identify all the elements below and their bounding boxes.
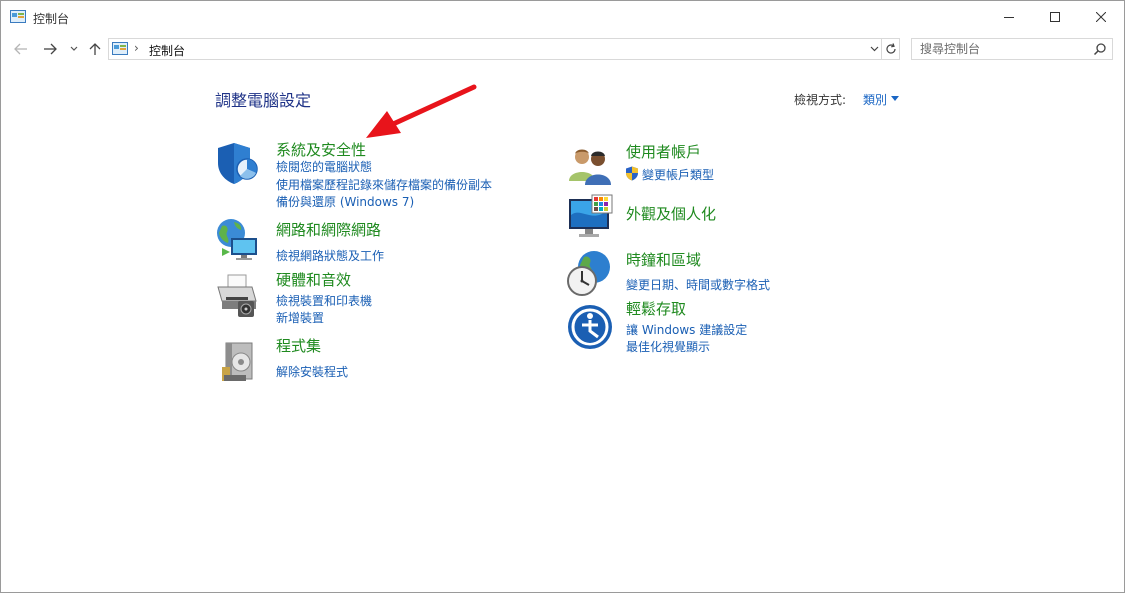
link-change-date-time-format[interactable]: 變更日期、時間或數字格式 — [626, 276, 770, 293]
search-icon[interactable] — [1093, 42, 1107, 56]
arrow-right-icon — [44, 43, 57, 55]
address-dropdown-button[interactable] — [867, 39, 882, 59]
window-title: 控制台 — [33, 12, 70, 26]
link-file-history[interactable]: 使用檔案歷程記錄來儲存檔案的備份副本 — [276, 176, 492, 193]
arrow-left-icon — [14, 43, 27, 55]
close-button[interactable] — [1078, 1, 1124, 32]
view-by-dropdown[interactable]: 類別 — [863, 91, 887, 108]
recent-locations-button[interactable] — [67, 38, 81, 60]
view-by-label: 檢視方式: — [794, 93, 847, 107]
forward-button[interactable] — [39, 38, 61, 60]
category-programs[interactable]: 程式集 — [276, 335, 321, 356]
refresh-icon — [885, 43, 896, 54]
category-clock-region[interactable]: 時鐘和區域 — [626, 249, 701, 270]
back-button[interactable] — [11, 38, 31, 60]
minimize-button[interactable] — [986, 1, 1032, 32]
uac-shield-icon — [626, 166, 638, 181]
link-let-windows-suggest[interactable]: 讓 Windows 建議設定 — [626, 321, 747, 338]
link-uninstall-program[interactable]: 解除安裝程式 — [276, 363, 348, 380]
breadcrumb-separator[interactable]: › — [134, 41, 139, 55]
printer-icon[interactable] — [214, 271, 262, 319]
link-review-computer-status[interactable]: 檢閱您的電腦狀態 — [276, 158, 372, 175]
chevron-down-icon — [70, 46, 78, 51]
minimize-icon — [1004, 16, 1014, 18]
control-panel-icon — [112, 42, 128, 55]
link-change-account-type[interactable]: 變更帳戶類型 — [642, 166, 714, 183]
annotation-arrow-icon — [366, 84, 477, 138]
link-network-status[interactable]: 檢視網路狀態及工作 — [276, 247, 384, 264]
search-input[interactable] — [912, 39, 1090, 59]
search-box[interactable] — [911, 38, 1113, 60]
control-panel-window: 控制台 › 控制台 搜尋控制台 調整電腦設定 檢視方式: 類別 系統及安全性 檢… — [0, 0, 1125, 593]
navigation-bar: › 控制台 — [1, 35, 1124, 63]
link-optimize-visual-display[interactable]: 最佳化視覺顯示 — [626, 338, 710, 355]
category-appearance-personalization[interactable]: 外觀及個人化 — [626, 203, 716, 224]
up-button[interactable] — [85, 38, 105, 60]
title-bar[interactable]: 控制台 — [1, 1, 1124, 33]
breadcrumb-control-panel[interactable]: 控制台 — [149, 42, 185, 59]
link-devices-printers[interactable]: 檢視裝置和印表機 — [276, 292, 372, 309]
category-ease-of-access[interactable]: 輕鬆存取 — [626, 298, 686, 319]
ease-of-access-icon[interactable] — [566, 303, 614, 351]
control-panel-icon — [10, 10, 26, 23]
users-icon[interactable] — [566, 141, 614, 189]
refresh-button[interactable] — [882, 38, 900, 60]
maximize-icon — [1050, 11, 1060, 22]
category-network-internet[interactable]: 網路和網際網路 — [276, 219, 381, 240]
category-hardware-sound[interactable]: 硬體和音效 — [276, 269, 351, 290]
link-add-device[interactable]: 新增裝置 — [276, 309, 324, 326]
chevron-down-icon — [870, 46, 879, 52]
programs-disc-icon[interactable] — [214, 337, 262, 385]
category-system-security[interactable]: 系統及安全性 — [276, 139, 366, 160]
arrow-up-icon — [89, 43, 101, 55]
shield-icon[interactable] — [214, 139, 262, 187]
network-globe-icon[interactable] — [214, 216, 262, 264]
address-bar[interactable]: › 控制台 — [108, 38, 882, 60]
monitor-palette-icon[interactable] — [566, 193, 614, 241]
page-title: 調整電腦設定 — [215, 91, 312, 110]
caret-down-icon[interactable] — [891, 96, 899, 101]
link-backup-restore[interactable]: 備份與還原 (Windows 7) — [276, 193, 414, 210]
maximize-button[interactable] — [1032, 1, 1078, 32]
category-user-accounts[interactable]: 使用者帳戶 — [626, 141, 701, 162]
close-icon — [1096, 11, 1106, 22]
clock-globe-icon[interactable] — [566, 249, 614, 297]
